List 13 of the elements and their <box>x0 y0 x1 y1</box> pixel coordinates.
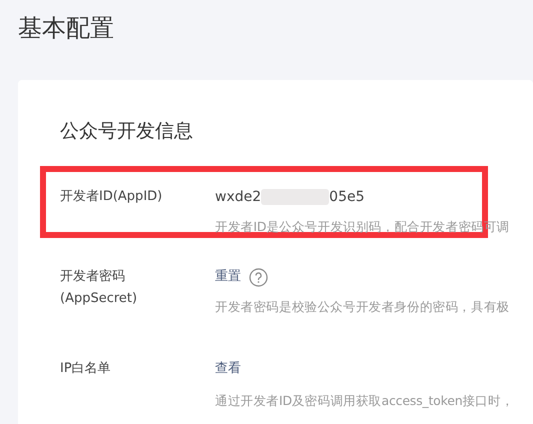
action-link[interactable]: 查看 <box>215 358 241 380</box>
field-description: 通过开发者ID及密码调用获取access_token接口时， <box>215 392 515 410</box>
field-label: 开发者ID(AppID) <box>60 188 164 206</box>
field-label: IP白名单 <box>60 360 112 378</box>
page-title: 基本配置 <box>18 13 115 44</box>
app-id-value: wxde2 <box>215 188 262 207</box>
field-label: 开发者密码 <box>60 268 126 286</box>
help-icon[interactable] <box>249 268 268 286</box>
field-description: 开发者密码是校验公众号开发者身份的密码，具有极 <box>215 298 510 316</box>
action-link[interactable]: 重置 <box>215 266 241 288</box>
app-id-value: 05e5 <box>329 188 364 207</box>
section-title: 公众号开发信息 <box>60 119 194 144</box>
field-label: (AppSecret) <box>60 290 138 308</box>
